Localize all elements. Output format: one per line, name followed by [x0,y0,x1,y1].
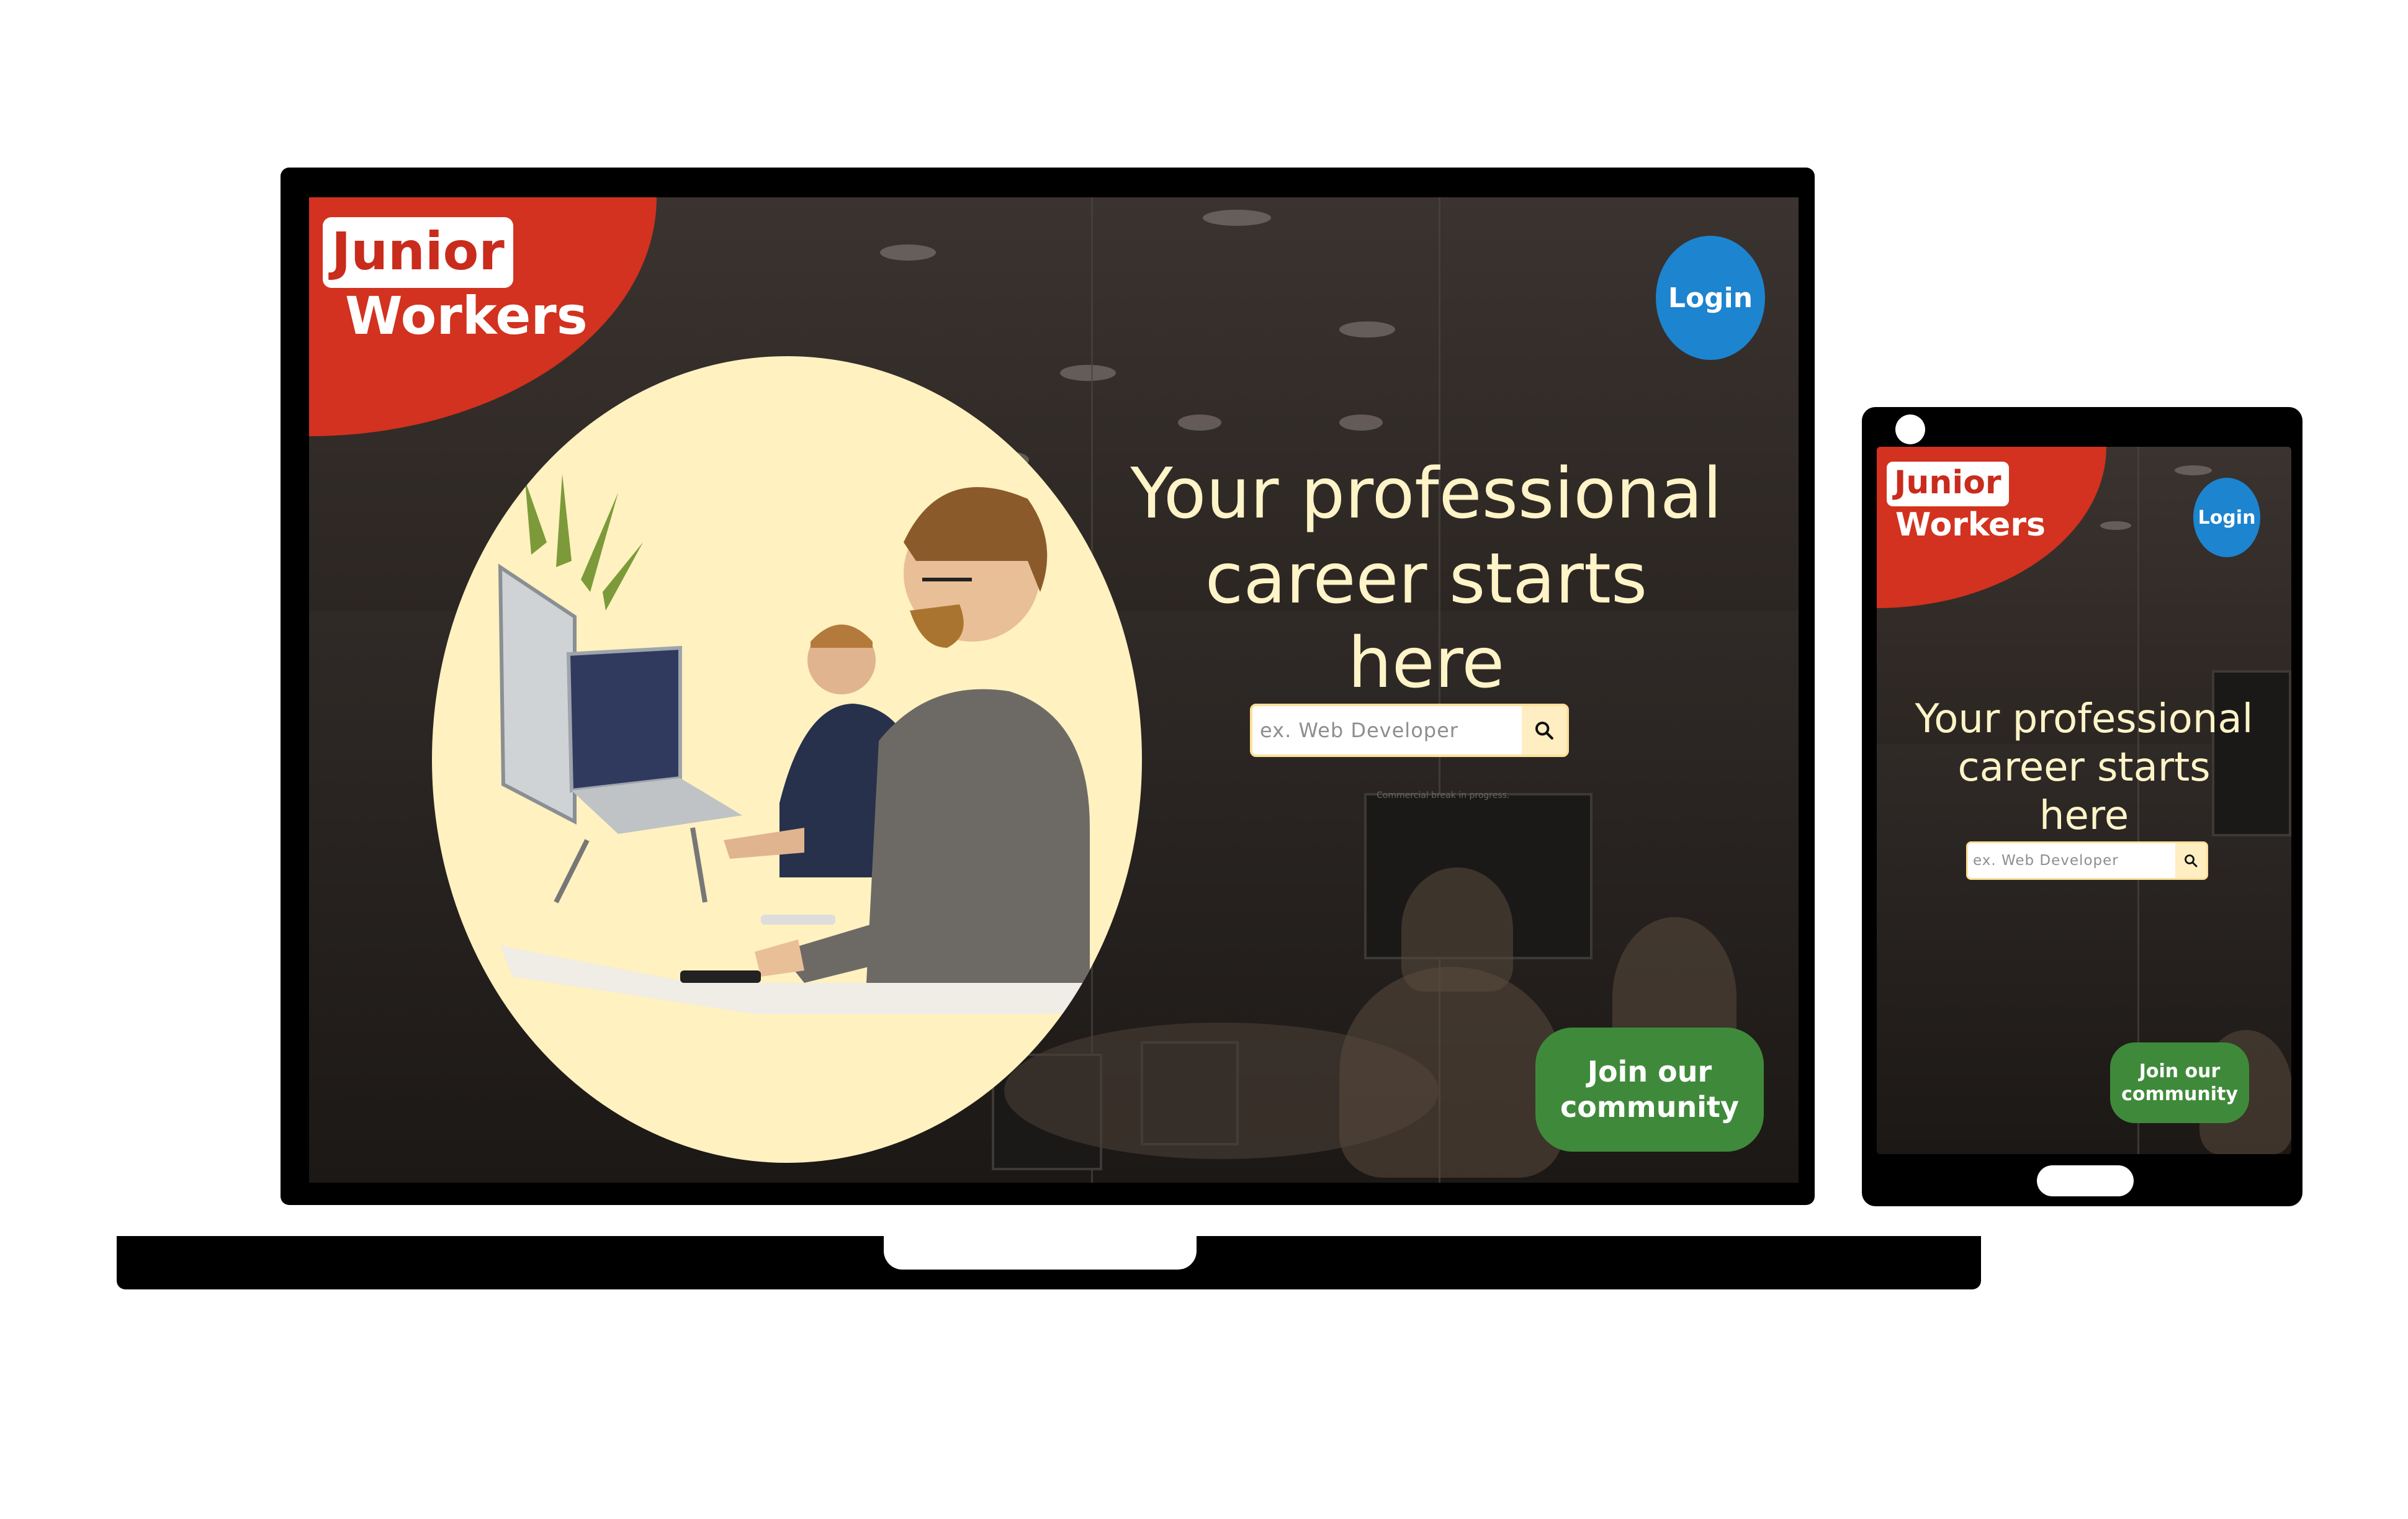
tablet-screen: Junior Workers Login Your professional c… [1877,447,2291,1154]
brand-logo[interactable]: Junior Workers [323,217,588,346]
headline-line-2: career starts [1205,538,1648,619]
background-caption: Commercial break in progress. [1377,791,1510,800]
join-community-button[interactable]: Join our community [2110,1042,2249,1123]
headline-line-3: here [1347,623,1505,704]
headline-line-2: career starts [1957,745,2211,791]
search-input[interactable]: ex. Web Developer [1252,706,1522,755]
search-icon [2185,854,2198,867]
job-search-bar: ex. Web Developer [1250,704,1569,757]
join-line-2: community [1560,1090,1739,1124]
hero-headline: Your professional career starts here [1889,695,2279,840]
headline-line-3: here [2039,793,2129,840]
office-workers-illustration [498,474,1102,1014]
login-button[interactable]: Login [2193,478,2260,557]
laptop-screen: Commercial break in progress. Junior Wor… [309,197,1799,1183]
laptop-mockup: Commercial break in progress. Junior Wor… [281,168,1815,1205]
tablet-mockup: Junior Workers Login Your professional c… [1862,407,2302,1206]
join-line-2: community [2121,1083,2238,1105]
tablet-camera [1895,414,1925,444]
hero-image-circle [432,356,1142,1163]
logo-word-workers: Workers [1895,506,2046,544]
join-line-1: Join our [2139,1060,2221,1082]
headline-line-1: Your professional [1915,696,2253,742]
tablet-home-button[interactable] [2037,1165,2134,1196]
login-button[interactable]: Login [1656,236,1765,360]
search-button[interactable] [1522,706,1566,755]
join-line-1: Join our [1587,1054,1712,1088]
laptop-base-notch [884,1236,1197,1270]
join-community-button[interactable]: Join our community [1535,1028,1764,1152]
logo-word-junior: Junior [1887,462,2009,506]
brand-logo[interactable]: Junior Workers [1887,462,2046,544]
job-search-bar: ex. Web Developer [1966,841,2208,880]
headline-line-1: Your professional [1130,454,1722,534]
search-icon [1535,721,1553,740]
hero-headline: Your professional career starts here [1110,452,1743,706]
logo-word-workers: Workers [345,285,588,346]
search-button[interactable] [2175,843,2206,878]
search-input[interactable]: ex. Web Developer [1968,843,2175,878]
logo-word-junior: Junior [323,217,513,288]
